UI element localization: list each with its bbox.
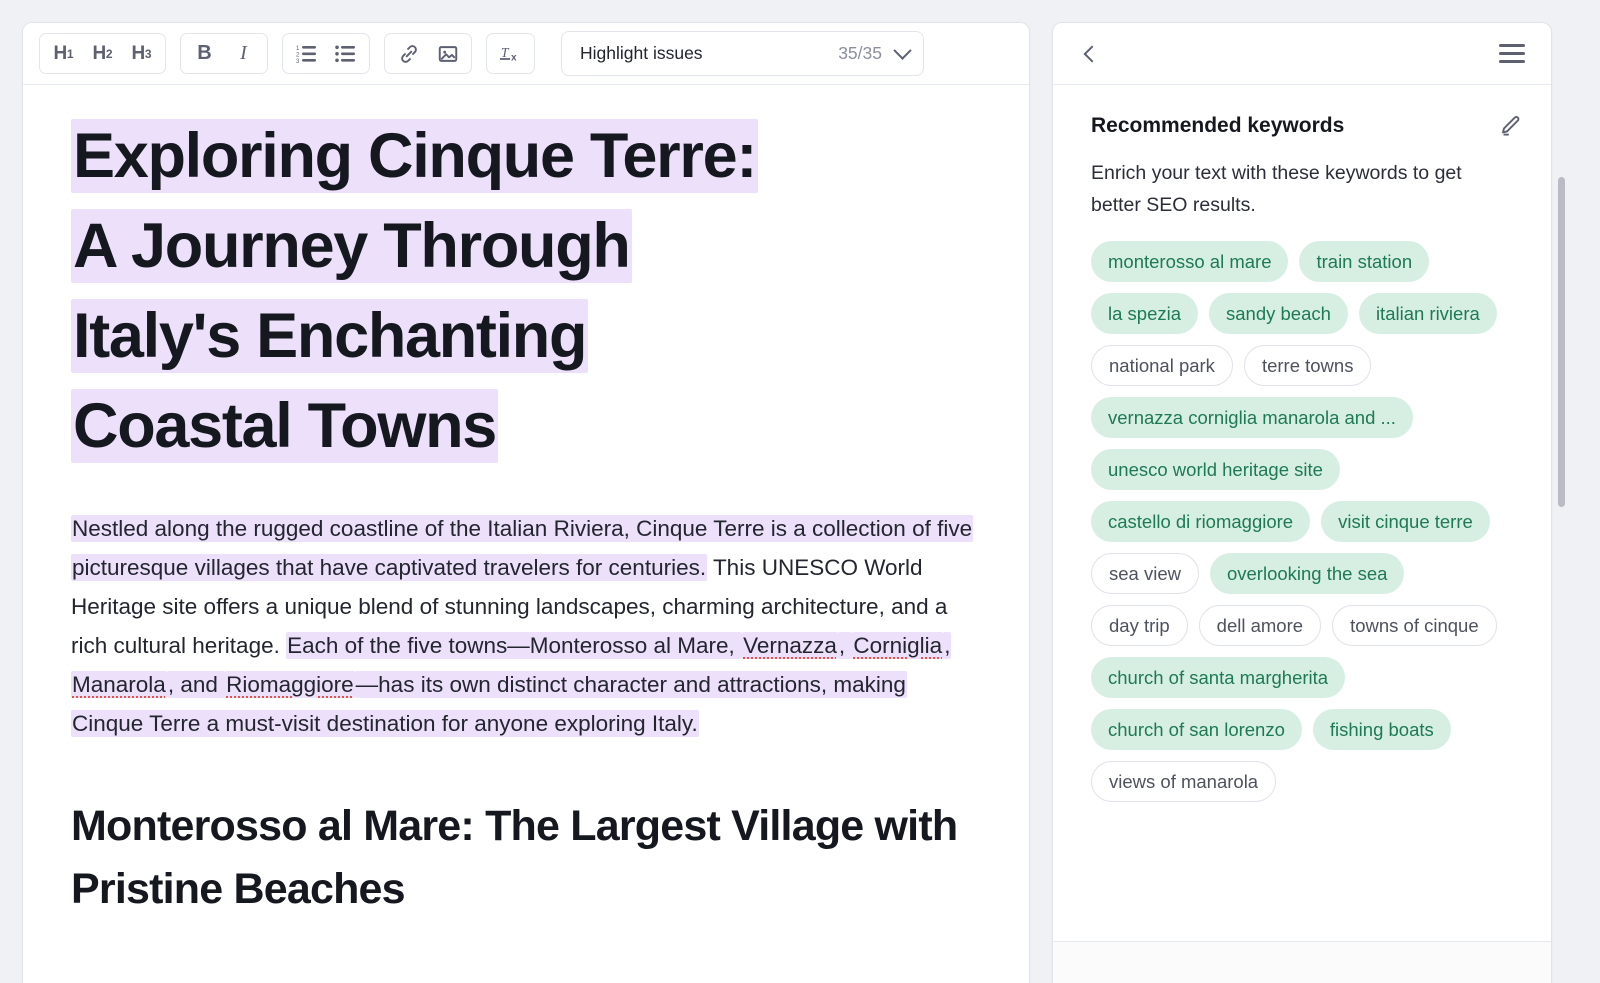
- document-paragraph: Nestled along the rugged coastline of th…: [71, 509, 981, 743]
- heading-1-button[interactable]: H1: [44, 37, 83, 70]
- paragraph-run: Each of the five towns—Monterosso al Mar…: [286, 632, 742, 659]
- document-title: Exploring Cinque Terre: A Journey Throug…: [71, 111, 981, 471]
- paragraph-run: ,: [838, 632, 853, 659]
- paragraph-spellcheck-run: Vernazza: [742, 632, 838, 659]
- keyword-chip[interactable]: monterosso al mare: [1091, 241, 1288, 282]
- document-subheading: Monterosso al Mare: The Largest Village …: [71, 795, 981, 921]
- heading-3-button[interactable]: H3: [122, 37, 161, 70]
- title-line-4: Coastal Towns: [71, 389, 498, 463]
- keyword-chip-list: monterosso al mare train station la spezia…: [1091, 241, 1511, 802]
- hamburger-menu-button[interactable]: [1499, 37, 1533, 71]
- chevron-left-icon: [1084, 45, 1101, 62]
- keyword-chip[interactable]: towns of cinque: [1332, 605, 1497, 646]
- ordered-list-button[interactable]: 1 2 3: [287, 37, 326, 70]
- editor-panel: H1 H2 H3 B I 1 2 3: [22, 22, 1030, 983]
- heading-button-group: H1 H2 H3: [39, 33, 166, 74]
- highlight-issues-label: Highlight issues: [580, 43, 703, 64]
- keyword-chip[interactable]: unesco world heritage site: [1091, 449, 1340, 490]
- keyword-chip[interactable]: la spezia: [1091, 293, 1198, 334]
- app-root: H1 H2 H3 B I 1 2 3: [0, 0, 1600, 983]
- text-style-group: B I: [180, 33, 268, 74]
- italic-button[interactable]: I: [224, 37, 263, 70]
- keyword-chip[interactable]: terre towns: [1244, 345, 1372, 386]
- link-icon: [398, 43, 420, 65]
- sidebar-content: Recommended keywords Enrich your text wi…: [1053, 111, 1551, 802]
- svg-text:3: 3: [296, 59, 300, 63]
- insert-link-button[interactable]: [389, 37, 428, 70]
- title-line-3: Italy's Enchanting: [71, 299, 588, 373]
- h2-label: H: [92, 43, 105, 65]
- svg-text:x: x: [511, 52, 517, 63]
- clear-formatting-icon: T x: [499, 43, 523, 65]
- image-icon: [437, 43, 459, 65]
- keyword-chip[interactable]: day trip: [1091, 605, 1188, 646]
- h3-label: H: [131, 43, 144, 65]
- bullet-list-button[interactable]: [326, 37, 365, 70]
- keyword-chip[interactable]: visit cinque terre: [1321, 501, 1490, 542]
- keyword-chip[interactable]: dell amore: [1199, 605, 1321, 646]
- recommended-keywords-panel: Recommended keywords Enrich your text wi…: [1052, 22, 1552, 983]
- highlight-issues-right: 35/35: [838, 43, 909, 64]
- keyword-chip[interactable]: church of santa margherita: [1091, 657, 1345, 698]
- h1-label: H: [53, 43, 66, 65]
- back-button[interactable]: [1075, 37, 1109, 71]
- keyword-chip[interactable]: sea view: [1091, 553, 1199, 594]
- h3-subscript: 3: [145, 47, 152, 61]
- keyword-chip[interactable]: italian riviera: [1359, 293, 1497, 334]
- sidebar-scrollbar-thumb[interactable]: [1558, 177, 1565, 507]
- bold-button[interactable]: B: [185, 37, 224, 70]
- chevron-down-icon: [893, 41, 911, 59]
- sidebar-wrapper: Recommended keywords Enrich your text wi…: [1052, 22, 1574, 983]
- hamburger-line-2: [1499, 52, 1525, 55]
- keyword-chip[interactable]: overlooking the sea: [1210, 553, 1404, 594]
- svg-text:2: 2: [296, 53, 300, 59]
- h2-subscript: 2: [106, 47, 113, 61]
- pencil-edit-icon: [1498, 114, 1522, 138]
- heading-2-button[interactable]: H2: [83, 37, 122, 70]
- hamburger-line-3: [1499, 60, 1525, 63]
- paragraph-run: , and: [167, 671, 225, 698]
- sidebar-footer: [1053, 941, 1551, 983]
- paragraph-run: ,: [943, 632, 951, 659]
- h1-subscript: 1: [67, 47, 74, 61]
- sidebar-header: [1053, 23, 1551, 85]
- svg-text:1: 1: [296, 46, 300, 52]
- panel-description: Enrich your text with these keywords to …: [1091, 157, 1501, 221]
- document-editor-body[interactable]: Exploring Cinque Terre: A Journey Throug…: [23, 85, 1029, 983]
- keyword-chip[interactable]: castello di riomaggiore: [1091, 501, 1310, 542]
- edit-keywords-button[interactable]: [1495, 111, 1525, 141]
- keyword-chip[interactable]: church of san lorenzo: [1091, 709, 1302, 750]
- clear-formatting-button[interactable]: T x: [491, 37, 530, 70]
- keyword-chip[interactable]: national park: [1091, 345, 1233, 386]
- keyword-chip[interactable]: fishing boats: [1313, 709, 1451, 750]
- paragraph-spellcheck-run: Riomaggiore: [225, 671, 355, 698]
- clear-format-group: T x: [486, 33, 535, 74]
- insert-image-button[interactable]: [428, 37, 467, 70]
- keywords-header-row: Recommended keywords: [1091, 111, 1525, 141]
- panel-title: Recommended keywords: [1091, 114, 1344, 138]
- insert-group: [384, 33, 472, 74]
- sidebar-body: Recommended keywords Enrich your text wi…: [1053, 85, 1551, 941]
- keyword-chip[interactable]: sandy beach: [1209, 293, 1348, 334]
- paragraph-spellcheck-run: Manarola: [71, 671, 167, 698]
- highlight-issues-select[interactable]: Highlight issues 35/35: [561, 31, 924, 76]
- keyword-chip[interactable]: train station: [1299, 241, 1429, 282]
- keyword-chip[interactable]: vernazza corniglia manarola and ...: [1091, 397, 1413, 438]
- paragraph-spellcheck-run: Corniglia: [852, 632, 943, 659]
- ordered-list-icon: 1 2 3: [296, 44, 317, 63]
- editor-toolbar: H1 H2 H3 B I 1 2 3: [23, 23, 1029, 85]
- title-line-2: A Journey Through: [71, 209, 632, 283]
- keyword-chip[interactable]: views of manarola: [1091, 761, 1276, 802]
- title-line-1: Exploring Cinque Terre:: [71, 119, 758, 193]
- hamburger-line-1: [1499, 44, 1525, 47]
- bullet-list-icon: [335, 44, 356, 63]
- highlight-issues-count: 35/35: [838, 43, 882, 64]
- list-group: 1 2 3: [282, 33, 370, 74]
- svg-text:T: T: [500, 44, 509, 59]
